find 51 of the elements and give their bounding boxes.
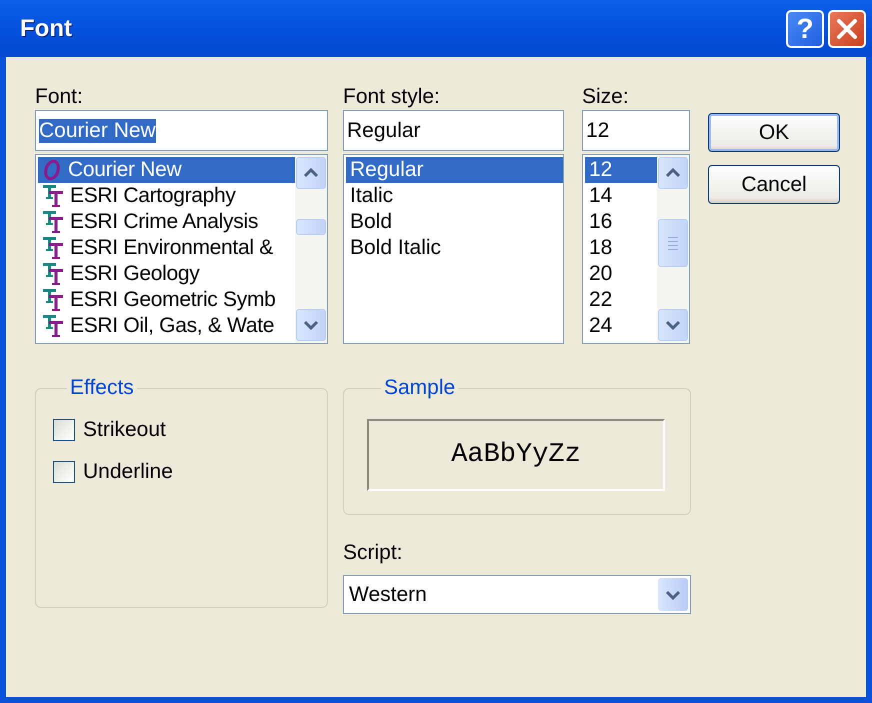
font-list-item[interactable]: ESRI Cartography (38, 183, 295, 209)
font-style-list-item[interactable]: Bold (346, 209, 563, 235)
size-label: Size: (582, 84, 629, 110)
font-style-input-field[interactable]: Regular (343, 110, 564, 151)
caret-down-icon (303, 320, 319, 330)
group-title: Sample (383, 377, 456, 399)
size-list-item[interactable]: 14 (585, 183, 657, 209)
close-button[interactable] (828, 10, 866, 48)
caret-up-icon (303, 168, 319, 178)
font-input-field[interactable]: Courier New (35, 110, 328, 151)
sample-preview: AaBbYyZz (367, 419, 665, 491)
cancel-button[interactable]: Cancel (708, 165, 840, 204)
close-icon (836, 18, 858, 40)
scrollbar[interactable] (295, 155, 327, 343)
script-label: Script: (343, 540, 403, 566)
font-list-item[interactable]: Courier New (38, 157, 295, 183)
scroll-up-button[interactable] (658, 157, 688, 189)
size-list-item[interactable]: 16 (585, 209, 657, 235)
checkbox[interactable] (53, 461, 75, 483)
size-list-item[interactable]: 22 (585, 287, 657, 313)
checkbox-label[interactable]: Strikeout (83, 418, 166, 442)
scroll-down-button[interactable] (658, 309, 688, 341)
group-title: Effects (69, 377, 135, 399)
scrollbar-thumb[interactable] (658, 219, 688, 267)
font-list-item[interactable]: ESRI Geology (38, 261, 295, 287)
size-list-item[interactable]: 18 (585, 235, 657, 261)
help-button[interactable]: ? (786, 10, 824, 48)
size-list-item[interactable]: 20 (585, 261, 657, 287)
scrollbar-thumb[interactable] (296, 219, 326, 235)
window-title: Font (20, 14, 72, 42)
size-list-item[interactable]: 12 (585, 157, 657, 183)
size-input-field[interactable]: 12 (582, 110, 690, 151)
caret-up-icon (665, 168, 681, 178)
caret-down-icon (665, 320, 681, 330)
checkbox[interactable] (53, 419, 75, 441)
script-dropdown[interactable]: Western (343, 575, 691, 614)
scrollbar[interactable] (657, 155, 689, 343)
font-style-list-item[interactable]: Bold Italic (346, 235, 563, 261)
font-list-item[interactable]: ESRI Geometric Symb (38, 287, 295, 313)
checkbox-label[interactable]: Underline (83, 460, 173, 484)
scroll-down-button[interactable] (296, 309, 326, 341)
scroll-up-button[interactable] (296, 157, 326, 189)
ok-button[interactable]: OK (708, 113, 840, 152)
font-label: Font: (35, 84, 83, 110)
font-style-list-item[interactable]: Italic (346, 183, 563, 209)
font-style-list-item[interactable]: Regular (346, 157, 563, 183)
size-list-item[interactable]: 24 (585, 313, 657, 339)
font-list-item[interactable]: ESRI Oil, Gas, & Wate (38, 313, 295, 339)
font-style-label: Font style: (343, 84, 440, 110)
font-list-item[interactable]: ESRI Environmental & (38, 235, 295, 261)
font-list-item[interactable]: ESRI Crime Analysis (38, 209, 295, 235)
